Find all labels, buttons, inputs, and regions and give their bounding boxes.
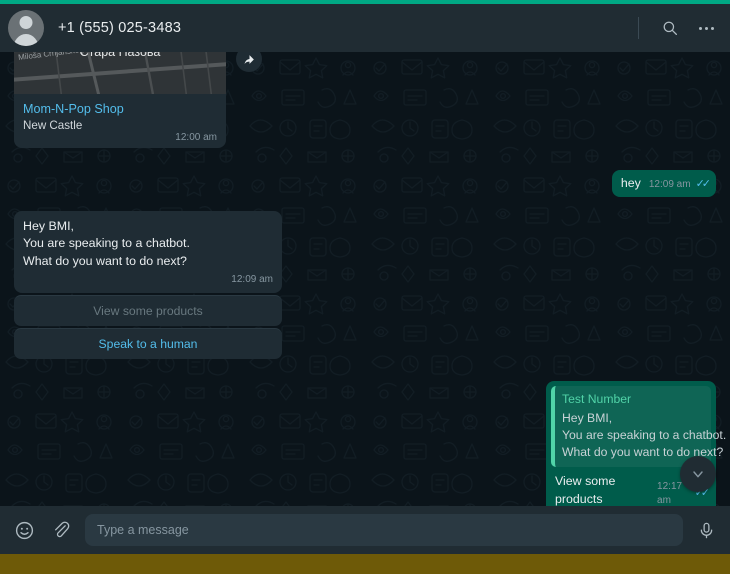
read-receipt-icon: ✓✓	[695, 178, 712, 190]
search-icon[interactable]	[659, 17, 681, 39]
message-text: View some products	[555, 474, 616, 506]
message-row: hey 12:09 am ✓✓	[14, 170, 716, 197]
contact-name: +1 (555) 025-3483	[58, 20, 182, 36]
quoted-text: Hey BMI, You are speaking to a chatbot. …	[562, 410, 727, 461]
microphone-icon[interactable]	[695, 519, 718, 542]
chevron-down-icon	[693, 471, 703, 478]
quoted-text-line: What do you want to do next?	[562, 445, 724, 460]
bottom-status-bar	[0, 554, 730, 574]
message-with-quick-replies: Hey BMI, You are speaking to a chatbot. …	[14, 210, 282, 359]
quoted-text-line: Hey BMI,	[562, 410, 613, 425]
more-options-icon[interactable]	[697, 25, 716, 32]
emoji-icon[interactable]	[12, 518, 37, 543]
message-composer	[0, 506, 730, 554]
attachment-icon[interactable]	[49, 518, 73, 542]
avatar[interactable]	[8, 10, 44, 46]
message-text: Hey BMI, You are speaking to a chatbot. …	[14, 211, 282, 276]
message-bubble-incoming[interactable]: Hey BMI, You are speaking to a chatbot. …	[14, 210, 282, 293]
messages-list: Miloša Crnjanskog Стара Пазова Mom-N-Pop…	[0, 52, 730, 506]
location-subtitle: New Castle	[23, 119, 83, 132]
message-meta: 12:09 am ✓✓	[648, 177, 712, 193]
quoted-sender: Test Number	[562, 391, 632, 406]
message-time: 12:00 am	[175, 132, 217, 143]
message-bubble-outgoing[interactable]: hey 12:09 am ✓✓	[611, 170, 716, 197]
message-time: 12:09 am	[648, 178, 691, 190]
map-city-label: Стара Пазова	[79, 52, 161, 59]
message-text: hey	[620, 176, 641, 190]
message-text-line: You are speaking to a chatbot.	[23, 236, 190, 251]
message-meta: 12:00 am	[14, 132, 226, 148]
message-row: Test Number Hey BMI, You are speaking to…	[14, 380, 727, 506]
message-row: Hey BMI, You are speaking to a chatbot. …	[14, 210, 716, 359]
chat-header: +1 (555) 025-3483	[0, 4, 730, 52]
message-text-line: What do you want to do next?	[23, 253, 187, 268]
quick-reply-view-some-products[interactable]: View some products	[14, 294, 282, 326]
location-message-card[interactable]: Miloša Crnjanskog Стара Пазова Mom-N-Pop…	[14, 52, 226, 148]
forward-icon[interactable]	[236, 52, 262, 72]
quoted-message[interactable]: Test Number Hey BMI, You are speaking to…	[551, 385, 727, 468]
message-input[interactable]	[85, 514, 683, 546]
message-row: Miloša Crnjanskog Стара Пазова Mom-N-Pop…	[14, 52, 716, 148]
location-title[interactable]: Mom-N-Pop Shop	[23, 102, 217, 116]
message-text-line: Hey BMI,	[23, 218, 74, 233]
message-time: 12:09 am	[231, 274, 273, 286]
quick-reply-speak-to-a-human[interactable]: Speak to a human	[14, 327, 282, 359]
message-meta: 12:09 am	[14, 273, 282, 292]
location-details: Mom-N-Pop Shop New Castle	[14, 94, 226, 134]
scroll-to-bottom-button[interactable]	[680, 456, 716, 492]
header-actions	[638, 17, 716, 39]
location-map-preview[interactable]: Miloša Crnjanskog Стара Пазова	[14, 52, 226, 94]
quoted-text-line: You are speaking to a chatbot.	[562, 428, 727, 443]
header-divider	[638, 17, 639, 39]
whatsapp-chat-window: +1 (555) 025-3483 Miloša Crnjanskog Стар…	[0, 0, 730, 574]
chat-message-area[interactable]: Miloša Crnjanskog Стара Пазова Mom-N-Pop…	[0, 52, 730, 506]
